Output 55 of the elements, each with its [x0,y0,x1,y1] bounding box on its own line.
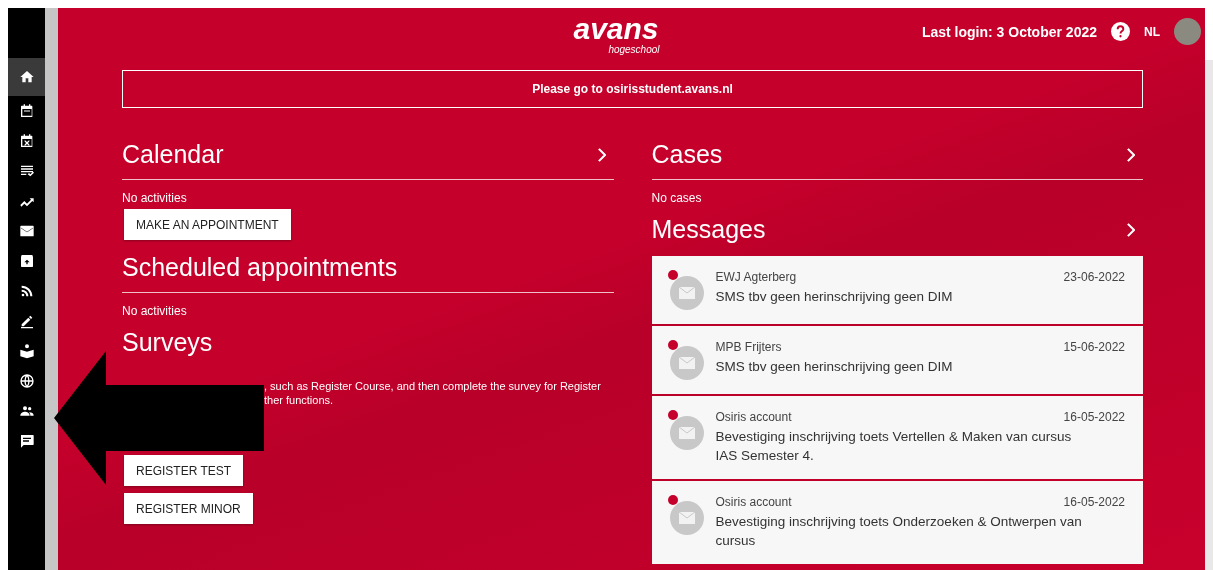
envelope-icon [669,416,704,450]
pen-icon [18,313,35,329]
chevron-right-icon[interactable] [1126,222,1135,237]
message-subject: Bevestiging inschrijving toets Onderzoeken & Ontwerpen van cursus [715,513,1083,550]
language-toggle[interactable]: NL [1144,24,1160,39]
envelope-icon [669,276,704,310]
action-button[interactable]: REGISTER MINOR [124,493,253,524]
message-subject: Bevestiging inschrijving toets Vertellen & Maken van cursus IAS Semester 4. [715,428,1073,465]
calendar-icon [18,103,35,119]
help-icon[interactable] [1111,22,1130,41]
sidebar-item[interactable] [8,58,45,96]
reader-icon [18,343,35,359]
message-date: 15-06-2022 [1063,340,1125,354]
message-subject: SMS tbv geen herinschrijving geen DIM [715,358,954,376]
message-sender: Osiris account [715,410,792,424]
message-card[interactable]: EWJ Agterberg 23-06-2022 SMS tbv geen herinschrijving geen DIM [651,256,1143,324]
section-title: Messages [651,215,766,244]
feedback-icon [18,433,35,449]
last-login-text: Last login: 3 October 2022 [921,23,1097,40]
survey-text: , such as Register Course, and then complete the survey for Register [264,379,601,393]
logo[interactable]: avans hogeschool [573,14,662,70]
message-sender: MPB Frijters [715,340,782,354]
message-date: 16-05-2022 [1063,495,1125,509]
message-card[interactable]: MPB Frijters 15-06-2022 SMS tbv geen herinschrijving geen DIM [651,326,1143,394]
chevron-right-icon[interactable] [1126,147,1135,162]
section-title: Scheduled appointments [122,253,398,282]
message-card[interactable]: Osiris account 16-05-2022 Bevestiging inschrijving toets Vertellen & Maken van cursus IAS Semester 4. [651,396,1143,479]
message-date: 16-05-2022 [1063,410,1125,424]
message-sender: EWJ Agterberg [715,270,797,284]
people-icon [18,403,35,419]
action-button[interactable]: MAKE AN APPOINTMENT [124,209,291,240]
envelope-icon [669,501,704,535]
section-title: Cases [651,140,723,169]
message-date: 23-06-2022 [1063,270,1125,284]
empty-text: No activities [122,191,187,205]
message-sender: Osiris account [715,495,792,509]
scrollbar[interactable] [45,8,58,570]
home-icon [18,69,35,85]
chevron-right-icon[interactable] [596,147,606,162]
scrollbar[interactable] [1205,60,1213,570]
envelope-icon [669,346,704,380]
action-button[interactable]: REGISTER TEST [124,455,244,486]
empty-text: No cases [651,191,702,205]
empty-text: No activities [122,304,187,318]
notice-banner: Please go to osirisstudent.avans.nl [122,69,1143,108]
checklist-icon [18,163,35,179]
survey-text: ther functions. [264,393,335,407]
section-title: Calendar [122,140,224,169]
section-title: Surveys [122,328,213,357]
calendar-x-icon [18,133,35,149]
message-card[interactable]: Osiris account 16-05-2022 Bevestiging inschrijving toets Onderzoeken & Ontwerpen van cursus [651,481,1143,564]
archive-icon [18,253,35,269]
mail-icon [18,223,35,239]
message-subject: SMS tbv geen herinschrijving geen DIM [715,288,954,306]
globe-icon [18,373,35,389]
